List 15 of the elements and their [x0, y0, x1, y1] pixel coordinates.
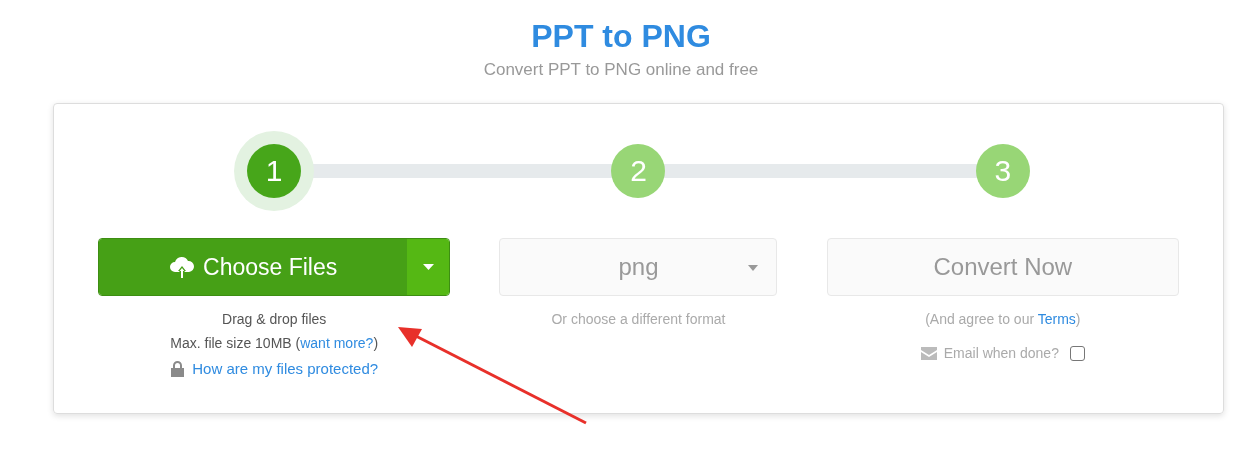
email-label: Email when done? — [943, 344, 1059, 363]
terms-link[interactable]: Terms — [1037, 311, 1076, 327]
step-indicator: 1 — [247, 144, 302, 198]
format-select[interactable]: png — [499, 238, 778, 296]
terms-text: (And agree to our Terms) — [925, 310, 1081, 329]
step-indicator: 2 — [611, 144, 666, 198]
page-title: PPT to PNG — [530, 17, 712, 56]
file-size-text: Max. file size 10MB (want more?) — [170, 334, 379, 353]
step-indicator: 3 — [975, 144, 1030, 198]
want-more-link[interactable]: want more? — [300, 335, 374, 351]
protection-link[interactable]: How are my files protected? — [192, 360, 379, 377]
format-hint: Or choose a different format — [551, 310, 726, 329]
drag-drop-text: Drag & drop files — [222, 310, 327, 329]
page-subtitle: Convert PPT to PNG online and free — [482, 59, 760, 81]
choose-files-button[interactable]: Choose Files — [99, 239, 408, 295]
